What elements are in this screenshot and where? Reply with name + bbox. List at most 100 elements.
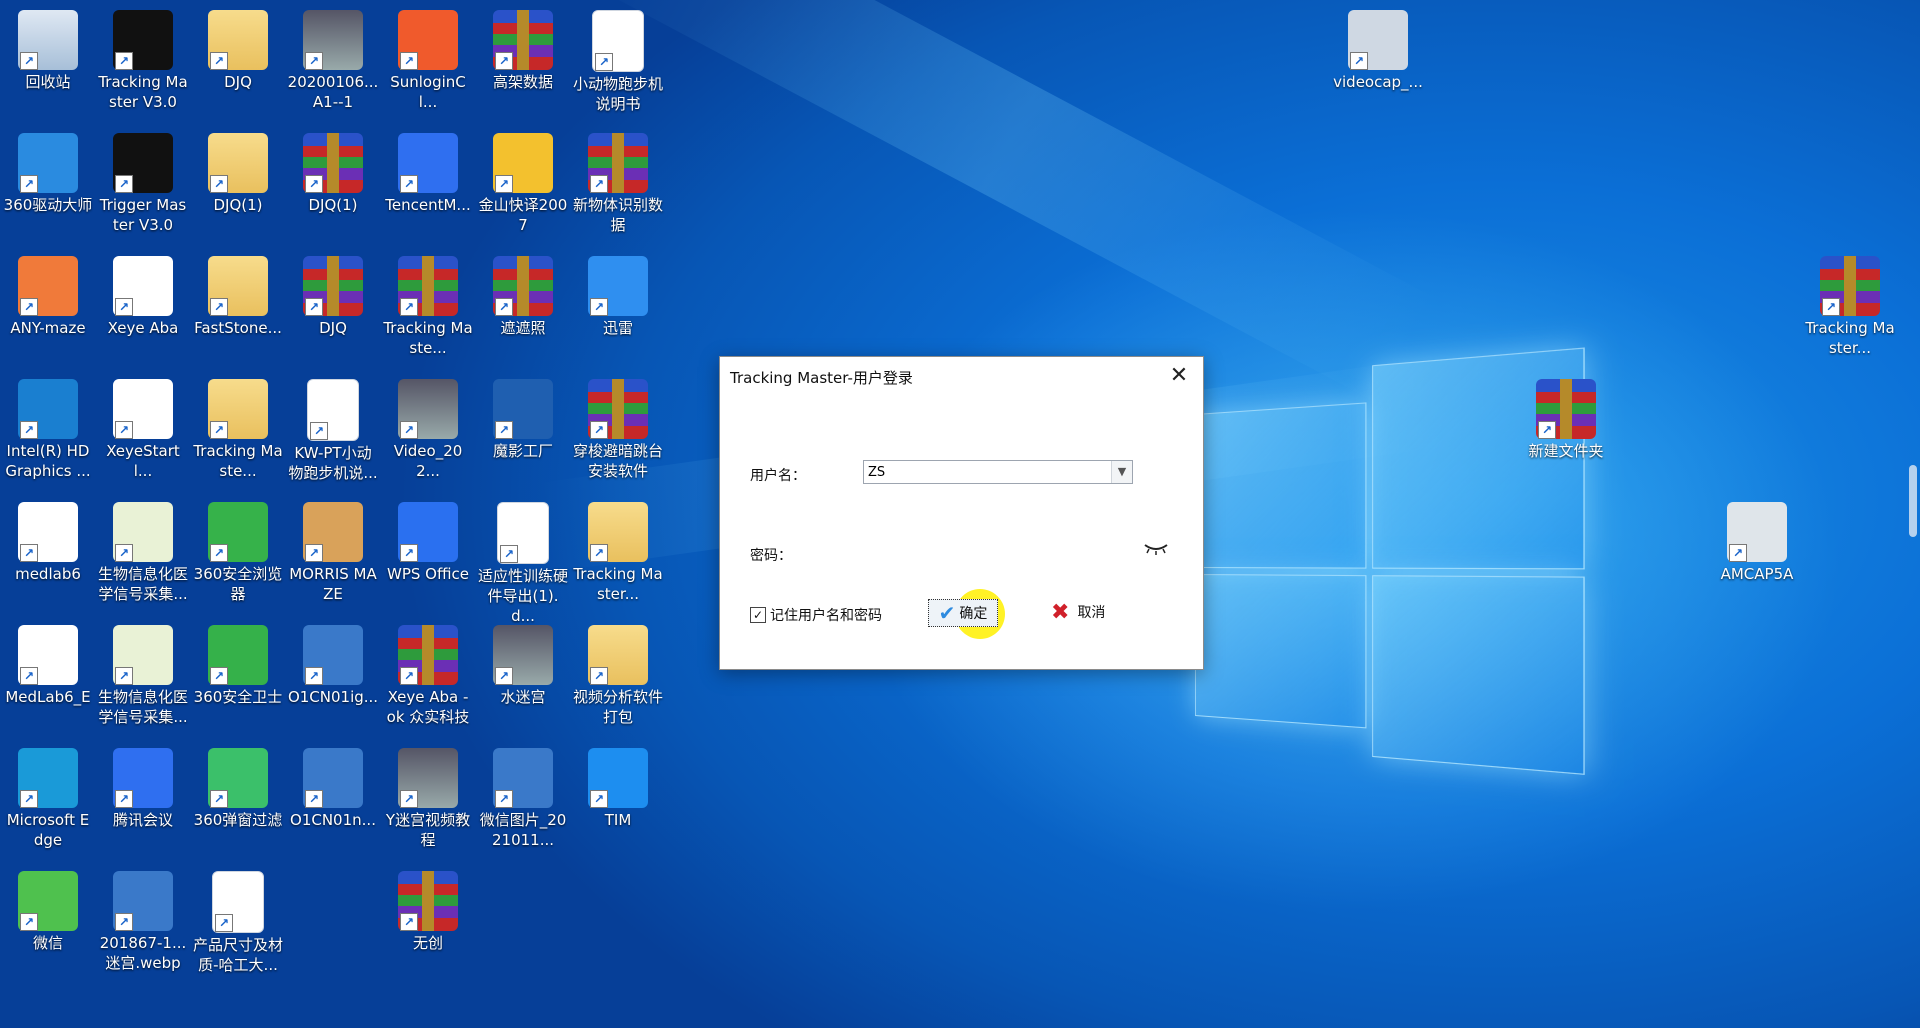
eye-closed-icon[interactable]	[1143, 541, 1169, 555]
image-file-icon: ↗	[493, 748, 553, 808]
desktop-icon[interactable]: ↗ 遮遮照	[475, 250, 571, 338]
desktop-icon-label: ANY-maze	[10, 319, 86, 337]
desktop-icon[interactable]: ↗ 魔影工厂	[475, 373, 571, 461]
shortcut-arrow-icon: ↗	[500, 545, 518, 563]
desktop-icon[interactable]: ↗ AMCAP5A	[1709, 496, 1805, 584]
desktop-icon[interactable]: ↗ WPS Office	[380, 496, 476, 584]
desktop-icon-label: 腾讯会议	[112, 811, 173, 829]
desktop-icon[interactable]: ↗ 适应性训练硬件导出(1).d...	[475, 496, 571, 626]
desktop-icon[interactable]: ↗ 微信	[0, 865, 96, 953]
password-input[interactable]	[863, 539, 1137, 565]
ok-button[interactable]: ✔ 确定	[928, 599, 998, 627]
desktop-icon[interactable]: ↗ medlab6	[0, 496, 96, 584]
desktop-icon[interactable]: ↗ 360驱动大师	[0, 127, 96, 215]
folder-icon: ↗	[208, 133, 268, 193]
desktop-icon[interactable]: ↗ 360安全浏览器	[190, 496, 286, 604]
desktop-icon[interactable]: ↗ Xeye Aba - ok 众实科技	[380, 619, 476, 727]
desktop-icon-label: Tracking Master...	[573, 565, 663, 603]
desktop-icon[interactable]: ↗ 微信图片_2021011...	[475, 742, 571, 850]
username-input[interactable]	[864, 462, 1107, 483]
ok-label: 确定	[959, 606, 988, 622]
shortcut-arrow-icon: ↗	[495, 667, 513, 685]
desktop-icon[interactable]: ↗ XeyeStartl...	[95, 373, 191, 481]
popup-filter-icon: ↗	[208, 748, 268, 808]
archive-icon: ↗	[303, 133, 363, 193]
desktop-icon[interactable]: ↗ MedLab6_E	[0, 619, 96, 707]
desktop-icon-label: MedLab6_E	[5, 688, 91, 706]
desktop-icon-label: Tracking Maste...	[193, 442, 283, 480]
desktop-icon[interactable]: ↗ 迅雷	[570, 250, 666, 338]
shortcut-arrow-icon: ↗	[400, 175, 418, 193]
desktop-icon-label: MORRIS MAZE	[289, 565, 377, 603]
chevron-down-icon[interactable]: ▼	[1111, 461, 1132, 483]
desktop-icon[interactable]: ↗ 无创	[380, 865, 476, 953]
desktop-icon[interactable]: ↗ TIM	[570, 742, 666, 830]
shortcut-arrow-icon: ↗	[115, 790, 133, 808]
desktop-icon[interactable]: ↗ Intel(R) HD Graphics ...	[0, 373, 96, 481]
desktop-icon[interactable]: ↗ videocap_...	[1330, 4, 1426, 92]
desktop-icon[interactable]: ↗ DJQ(1)	[190, 127, 286, 215]
desktop-icon[interactable]: ↗ 高架数据	[475, 4, 571, 92]
shortcut-arrow-icon: ↗	[305, 175, 323, 193]
desktop-icon[interactable]: ↗ 金山快译2007	[475, 127, 571, 235]
desktop-icon[interactable]: ↗ 生物信息化医学信号采集...	[95, 496, 191, 604]
username-combobox[interactable]: ▼	[863, 460, 1133, 484]
cancel-button[interactable]: ✖ 取消	[1051, 599, 1105, 625]
desktop-icon[interactable]: ↗ 回收站	[0, 4, 96, 92]
desktop-icon[interactable]: ↗ 新物体识别数据	[570, 127, 666, 235]
shortcut-arrow-icon: ↗	[20, 421, 38, 439]
desktop-icon[interactable]: ↗ MORRIS MAZE	[285, 496, 381, 604]
folder-icon: ↗	[208, 10, 268, 70]
xunlei-icon: ↗	[588, 256, 648, 316]
desktop-icon[interactable]: ↗ Xeye Aba	[95, 250, 191, 338]
desktop-icon[interactable]: ↗ Tracking Maste...	[380, 250, 476, 358]
desktop-icon[interactable]: ↗ 腾讯会议	[95, 742, 191, 830]
desktop-icon[interactable]: ↗ Tracking Master...	[570, 496, 666, 604]
desktop-icon-label: 迅雷	[602, 319, 633, 337]
desktop-icon-label: Tracking Master...	[1805, 319, 1895, 357]
desktop-icon[interactable]: ↗ Video_202...	[380, 373, 476, 481]
desktop-icon[interactable]: ↗ 生物信息化医学信号采集...	[95, 619, 191, 727]
desktop-icon[interactable]: ↗ Tracking Master...	[1802, 250, 1898, 358]
desktop-icon[interactable]: ↗ Microsoft Edge	[0, 742, 96, 850]
desktop-icon[interactable]: ↗ Y迷宫视频教程	[380, 742, 476, 850]
desktop-icon[interactable]: ↗ 视频分析软件打包	[570, 619, 666, 727]
desktop-icon[interactable]: ↗ Tracking Maste...	[190, 373, 286, 481]
desktop-icon[interactable]: ↗ TencentM...	[380, 127, 476, 215]
desktop-icon[interactable]: ↗ Tracking Master V3.0	[95, 4, 191, 112]
desktop-icon[interactable]: ↗ SunloginCl...	[380, 4, 476, 112]
desktop-icon[interactable]: ↗ 360弹窗过滤	[190, 742, 286, 830]
desktop-icon[interactable]: ↗ 穿梭避暗跳台安装软件	[570, 373, 666, 481]
desktop-icon[interactable]: ↗ KW-PT小动物跑步机说...	[285, 373, 381, 483]
desktop-icon[interactable]: ↗ 水迷宫	[475, 619, 571, 707]
sunlogin-icon: ↗	[398, 10, 458, 70]
checkbox-icon[interactable]: ✓	[750, 607, 766, 623]
desktop-icon[interactable]: ↗ O1CN01ig...	[285, 619, 381, 707]
archive-icon: ↗	[493, 256, 553, 316]
desktop-icon[interactable]: ↗ 20200106... A1--1	[285, 4, 381, 112]
shortcut-arrow-icon: ↗	[210, 667, 228, 685]
desktop-icon[interactable]: ↗ FastStone...	[190, 250, 286, 338]
wechat-icon: ↗	[18, 871, 78, 931]
desktop-icon-label: 水迷宫	[500, 688, 546, 706]
desktop-icon-label: 新物体识别数据	[572, 196, 663, 234]
desktop-icon[interactable]: ↗ DJQ	[285, 250, 381, 338]
desktop-icon-label: 视频分析软件打包	[572, 688, 663, 726]
desktop-icon[interactable]: ↗ ANY-maze	[0, 250, 96, 338]
scrollbar[interactable]	[1909, 465, 1917, 537]
shortcut-arrow-icon: ↗	[305, 790, 323, 808]
desktop-icon[interactable]: ↗ Trigger Master V3.0	[95, 127, 191, 235]
desktop-icon[interactable]: ↗ 360安全卫士	[190, 619, 286, 707]
light-beam	[584, 0, 1436, 405]
desktop-icon[interactable]: ↗ 小动物跑步机说明书	[570, 4, 666, 114]
remember-checkbox[interactable]: ✓ 记住用户名和密码	[750, 605, 882, 625]
desktop-icon[interactable]: ↗ DJQ	[190, 4, 286, 92]
desktop-icon[interactable]: ↗ 产品尺寸及材质-哈工大...	[190, 865, 286, 975]
desktop-icon[interactable]: ↗ O1CN01n...	[285, 742, 381, 830]
xeye-start-icon: ↗	[113, 379, 173, 439]
close-icon[interactable]: ✕	[1165, 363, 1193, 391]
folder-icon: ↗	[588, 502, 648, 562]
desktop-icon[interactable]: ↗ 201867-1... 迷宫.webp	[95, 865, 191, 973]
desktop-icon[interactable]: ↗ DJQ(1)	[285, 127, 381, 215]
desktop-icon[interactable]: ↗ 新建文件夹	[1518, 373, 1614, 461]
